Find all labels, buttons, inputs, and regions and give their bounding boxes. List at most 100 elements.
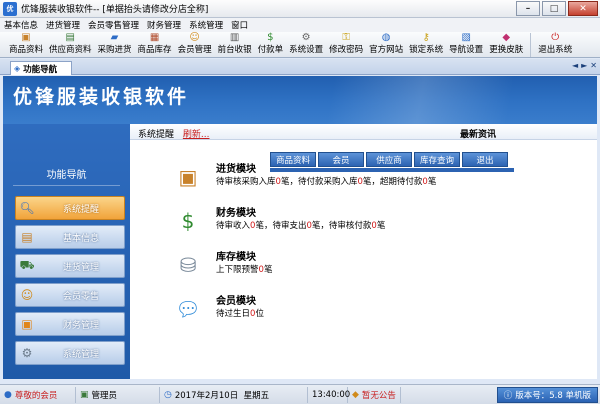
member-icon: ☺ bbox=[189, 32, 200, 43]
main-panel: 系统提醒 刷新... 最新资讯 商品资料 会员 供应商 库存查询 退出 ▣ 进货… bbox=[130, 124, 597, 379]
app-icon: 优 bbox=[3, 1, 17, 16]
sidebar-item-system[interactable]: ⚙ 系统管理 bbox=[15, 341, 125, 365]
toolbar-exit-button[interactable]: ⏻ 退出系统 bbox=[535, 32, 575, 56]
toolbar-separator bbox=[530, 33, 532, 57]
toolbar-nav-settings-button[interactable]: ▧ 导航设置 bbox=[446, 32, 486, 56]
database-icon: ⛁ bbox=[179, 253, 197, 277]
module-desc: 上下限预警0笔 bbox=[216, 265, 273, 275]
title-bar: 优 优锋服装收银软件-- [单据抬头请修改分店全称] – □ ✕ bbox=[0, 0, 600, 18]
window-title: 优锋服装收银软件-- [单据抬头请修改分店全称] bbox=[21, 5, 209, 15]
sidebar-item-basic-info[interactable]: ▤ 基本信息 bbox=[15, 225, 125, 249]
module-title: 库存模块 bbox=[216, 252, 256, 263]
module-desc: 待过生日0位 bbox=[216, 309, 264, 319]
cart-icon: ⛟ bbox=[19, 258, 35, 272]
box-icon: ▣ bbox=[21, 317, 33, 331]
info-icon: ▤ bbox=[21, 230, 33, 244]
banner: 优锋服装收银软件 bbox=[3, 76, 597, 124]
menu-member-retail[interactable]: 会员零售管理 bbox=[84, 19, 143, 31]
gear-icon: ⚙ bbox=[21, 346, 33, 360]
close-button[interactable]: ✕ bbox=[568, 1, 598, 16]
window-controls: – □ ✕ bbox=[514, 1, 598, 16]
toolbar-supplier-button[interactable]: ▤ 供应商资料 bbox=[46, 32, 95, 56]
member-icon: ☺ bbox=[20, 288, 34, 302]
notice-icon: ◆ bbox=[352, 389, 359, 400]
supplier-icon: ▤ bbox=[65, 32, 75, 43]
latest-news-label[interactable]: 最新资讯 bbox=[460, 127, 496, 140]
toolbar-password-button[interactable]: ⚿ 修改密码 bbox=[326, 32, 366, 56]
status-bar: ● 尊敬的会员 ▣ 管理员 ◷ 2017年2月10日 星期五 13:40:00 … bbox=[0, 384, 600, 404]
sidebar-item-system-reminder[interactable]: 🔍︎ 系统提醒 bbox=[15, 196, 125, 220]
toolbar-skin-button[interactable]: ◆ 更换皮肤 bbox=[486, 32, 526, 56]
system-reminder-label: 系统提醒 bbox=[138, 130, 175, 140]
status-user: ● 尊敬的会员 bbox=[0, 386, 76, 403]
tab-function-nav[interactable]: ◈ 功能导航 bbox=[10, 61, 72, 75]
exit-icon: ⏻ bbox=[551, 32, 560, 43]
banner-title: 优锋服装收银软件 bbox=[13, 86, 190, 108]
info-icon: ⓘ bbox=[503, 391, 513, 401]
sidebar-item-member-retail[interactable]: ☺ 会员零售 bbox=[15, 283, 125, 307]
toolbar-purchase-button[interactable]: ▰ 采购进货 bbox=[95, 32, 135, 56]
nav-icon: ▧ bbox=[461, 32, 471, 43]
sidebar-header: 功能导航 bbox=[3, 166, 130, 186]
toolbar-lock-button[interactable]: ⚷ 锁定系统 bbox=[406, 32, 446, 56]
status-datetime: ◷ 2017年2月10日 星期五 bbox=[160, 386, 308, 403]
skin-icon: ◆ bbox=[502, 32, 511, 43]
truck-icon: ▰ bbox=[110, 32, 119, 43]
clock-icon: ◷ bbox=[164, 389, 172, 400]
toolbar-website-button[interactable]: ◍ 官方网站 bbox=[366, 32, 406, 56]
module-purchase: ▣ 进货模块 待审核采购入库0笔，待付款采购入库0笔，超期待付款0笔 bbox=[174, 160, 594, 196]
info-left: 系统提醒 刷新... bbox=[138, 127, 209, 140]
toolbar-product-button[interactable]: ▣ 商品资料 bbox=[6, 32, 46, 56]
module-stock: ⛁ 库存模块 上下限预警0笔 bbox=[174, 248, 594, 284]
refresh-link[interactable]: 刷新... bbox=[183, 130, 210, 140]
sidebar-item-finance[interactable]: ▣ 财务管理 bbox=[15, 312, 125, 336]
chat-icon: 💬︎ bbox=[175, 297, 201, 321]
globe-icon: ◍ bbox=[381, 32, 391, 43]
status-notice[interactable]: ◆ 暂无公告 bbox=[348, 386, 401, 403]
money-icon: $ bbox=[181, 209, 195, 233]
module-desc: 待审收入0笔，待审支出0笔，待审核付款0笔 bbox=[216, 221, 386, 231]
toolbar-settings-button[interactable]: ⚙ 系统设置 bbox=[286, 32, 326, 56]
info-bar: 系统提醒 刷新... 最新资讯 bbox=[130, 124, 597, 140]
search-icon: 🔍︎ bbox=[19, 201, 35, 215]
tab-next-icon[interactable]: ► bbox=[581, 61, 587, 70]
toolbar-payment-button[interactable]: $ 付款单 bbox=[255, 32, 287, 56]
toolbar-stock-button[interactable]: ▦ 商品库存 bbox=[135, 32, 175, 56]
toolbar-cashier-button[interactable]: ▥ 前台收银 bbox=[215, 32, 255, 56]
menu-window[interactable]: 窗口 bbox=[227, 19, 252, 31]
key-icon: ⚿ bbox=[342, 32, 350, 43]
toolbar: ▣ 商品资料 ▤ 供应商资料 ▰ 采购进货 ▦ 商品库存 ☺ 会员管理 ▥ 前台收银 $ 付款… bbox=[0, 32, 600, 58]
tab-navigation: ◄ ► ✕ bbox=[569, 61, 597, 70]
menu-purchase[interactable]: 进货管理 bbox=[42, 19, 84, 31]
menu-finance[interactable]: 财务管理 bbox=[143, 19, 185, 31]
sidebar: 功能导航 🔍︎ 系统提醒 ▤ 基本信息 ⛟ 进货管理 ☺ 会员零售 ▣ 财务管理… bbox=[3, 124, 130, 379]
box-icon: ▣ bbox=[21, 32, 31, 43]
menu-bar: 基本信息 进货管理 会员零售管理 财务管理 系统管理 窗口 bbox=[0, 18, 600, 32]
status-version: ⓘ 版本号：5.8 单机版 bbox=[496, 387, 598, 403]
menu-system[interactable]: 系统管理 bbox=[185, 19, 227, 31]
tab-label: 功能导航 bbox=[23, 64, 58, 75]
status-role: ▣ 管理员 bbox=[76, 386, 160, 403]
gear-icon: ⚙ bbox=[301, 32, 311, 43]
user-icon: ● bbox=[4, 389, 12, 400]
module-desc: 待审核采购入库0笔，待付款采购入库0笔，超期待付款0笔 bbox=[216, 177, 437, 187]
status-time: 13:40:00 bbox=[308, 386, 350, 403]
maximize-button[interactable]: □ bbox=[542, 1, 566, 16]
module-finance: $ 财务模块 待审收入0笔，待审支出0笔，待审核付款0笔 bbox=[174, 204, 594, 240]
tab-prev-icon[interactable]: ◄ bbox=[572, 61, 578, 70]
minimize-button[interactable]: – bbox=[516, 1, 540, 16]
tab-strip: ◈ 功能导航 ◄ ► ✕ bbox=[0, 59, 600, 75]
computer-icon: ▣ bbox=[80, 389, 89, 400]
module-member: 💬︎ 会员模块 待过生日0位 bbox=[174, 292, 594, 328]
module-title: 会员模块 bbox=[216, 296, 256, 307]
nav-icon: ◈ bbox=[14, 64, 21, 73]
payment-icon: $ bbox=[267, 32, 274, 43]
package-icon: ▣ bbox=[178, 165, 198, 189]
stock-icon: ▦ bbox=[149, 32, 160, 43]
toolbar-member-button[interactable]: ☺ 会员管理 bbox=[175, 32, 215, 56]
tab-close-icon[interactable]: ✕ bbox=[590, 61, 597, 70]
sidebar-item-purchase[interactable]: ⛟ 进货管理 bbox=[15, 254, 125, 278]
module-title: 财务模块 bbox=[216, 208, 256, 219]
menu-basic-info[interactable]: 基本信息 bbox=[0, 19, 42, 31]
lock-icon: ⚷ bbox=[422, 32, 430, 43]
